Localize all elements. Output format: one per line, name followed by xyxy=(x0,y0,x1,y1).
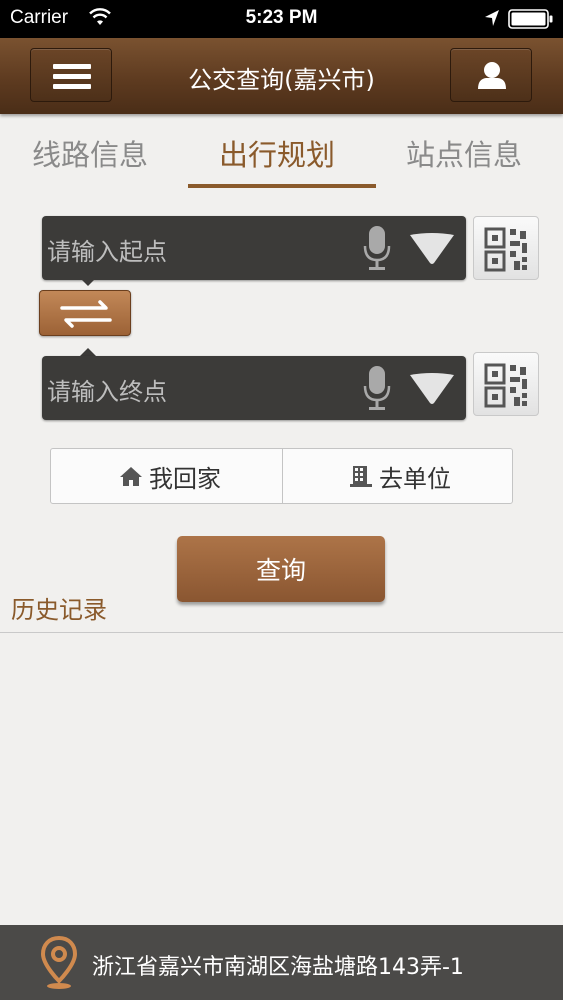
qr-code-icon xyxy=(484,227,527,272)
clock: 5:23 PM xyxy=(245,7,318,28)
current-address: 浙江省嘉兴市南湖区海盐塘路143弄-1 xyxy=(92,955,464,980)
go-to-work-button[interactable]: 去单位 xyxy=(349,449,451,503)
go-home-label: 我回家 xyxy=(149,464,221,493)
microphone-icon[interactable] xyxy=(360,364,394,412)
active-tab-indicator xyxy=(188,184,376,188)
nav-bar: 公交查询(嘉兴市) xyxy=(0,38,563,114)
microphone-icon[interactable] xyxy=(360,224,394,272)
swap-start-end-button[interactable] xyxy=(39,290,131,336)
home-icon xyxy=(120,467,142,486)
end-input-pointer xyxy=(80,348,96,356)
end-input-placeholder: 请输入终点 xyxy=(47,378,167,406)
tab-station-info[interactable]: 站点信息 xyxy=(406,132,522,174)
dropdown-triangle-icon[interactable] xyxy=(408,372,456,406)
user-button[interactable] xyxy=(450,48,532,102)
start-input-placeholder: 请输入起点 xyxy=(47,238,167,266)
history-divider xyxy=(0,632,563,633)
location-arrow-icon xyxy=(485,10,499,26)
end-qr-scan-button[interactable] xyxy=(473,352,539,416)
location-pin-icon xyxy=(40,935,78,989)
dropdown-triangle-icon[interactable] xyxy=(408,232,456,266)
start-input-pointer xyxy=(80,278,96,286)
swap-arrows-icon xyxy=(60,300,112,328)
start-input[interactable]: 请输入起点 xyxy=(42,216,466,280)
user-icon xyxy=(478,62,506,89)
current-location-bar[interactable]: 浙江省嘉兴市南湖区海盐塘路143弄-1 xyxy=(0,925,563,1000)
status-bar: Carrier 5:23 PM xyxy=(0,0,563,38)
tab-trip-planning[interactable]: 出行规划 xyxy=(219,132,335,174)
shortcut-divider xyxy=(282,449,283,503)
start-qr-scan-button[interactable] xyxy=(473,216,539,280)
history-heading: 历史记录 xyxy=(11,596,107,624)
query-button[interactable]: 查询 xyxy=(177,536,385,602)
battery-icon xyxy=(508,9,553,29)
office-building-icon xyxy=(350,466,372,487)
qr-code-icon xyxy=(484,363,527,408)
tab-bar: 线路信息 出行规划 站点信息 xyxy=(0,118,563,193)
go-to-work-label: 去单位 xyxy=(379,464,451,493)
quick-destination-bar: 我回家 去单位 xyxy=(50,448,513,504)
tab-route-info[interactable]: 线路信息 xyxy=(32,132,148,174)
go-home-button[interactable]: 我回家 xyxy=(119,449,221,503)
end-input[interactable]: 请输入终点 xyxy=(42,356,466,420)
